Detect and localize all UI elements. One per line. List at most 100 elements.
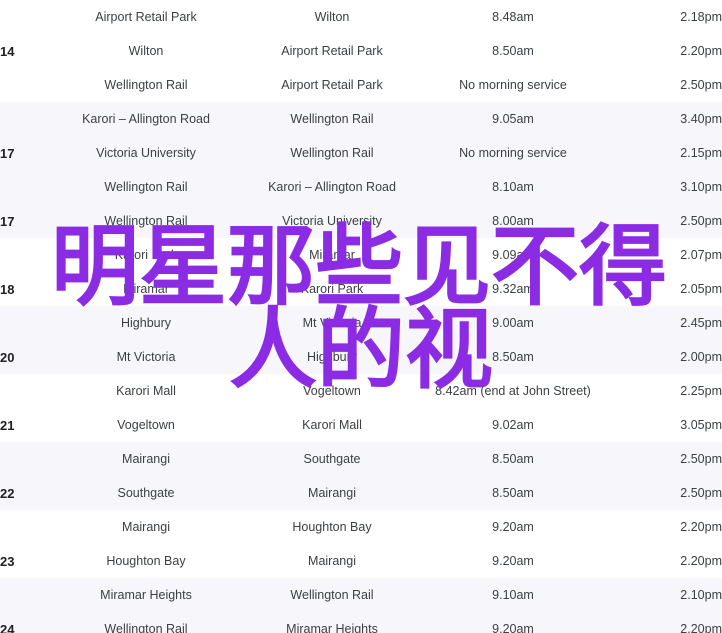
destination-stop: Highbury xyxy=(246,340,418,374)
table-row[interactable]: 18 Miramar Karori Park 9.32am 2.05pm xyxy=(0,272,722,306)
table-row[interactable]: 20 Mt Victoria Highbury 8.50am 2.00pm xyxy=(0,340,722,374)
destination-stop: Mairangi xyxy=(246,476,418,510)
origin-stop: Vogeltown xyxy=(46,408,246,442)
route-number xyxy=(0,102,46,136)
origin-stop: Mairangi xyxy=(46,510,246,544)
origin-stop: Airport Retail Park xyxy=(46,0,246,34)
table-row[interactable]: Wellington Rail Karori – Allington Road 8.… xyxy=(0,170,722,204)
afternoon-time: 2.50pm xyxy=(608,204,722,238)
route-number: 17 xyxy=(0,136,46,170)
table-row[interactable]: Karori Mall Vogeltown 8.42am (end at John … xyxy=(0,374,722,408)
morning-time: 8.00am xyxy=(418,204,608,238)
destination-stop: Mt Victoria xyxy=(246,306,418,340)
route-group: Miramar Heights Wellington Rail 9.10am 2.10… xyxy=(0,578,722,633)
morning-time: No morning service xyxy=(418,68,608,102)
morning-time: 8.50am xyxy=(418,340,608,374)
morning-time: 8.42am (end at John Street) xyxy=(418,374,608,408)
origin-stop: Mairangi xyxy=(46,442,246,476)
morning-time: 9.00am xyxy=(418,306,608,340)
destination-stop: Victoria University xyxy=(246,204,418,238)
afternoon-time: 2.25pm xyxy=(608,374,722,408)
table-row[interactable]: Karori – Allington Road Wellington Rail 9.… xyxy=(0,102,722,136)
morning-time: 9.02am xyxy=(418,408,608,442)
destination-stop: Miramar xyxy=(246,238,418,272)
destination-stop: Vogeltown xyxy=(246,374,418,408)
morning-time: 9.20am xyxy=(418,510,608,544)
table-row[interactable]: Mairangi Southgate 8.50am 2.50pm xyxy=(0,442,722,476)
origin-stop: Southgate xyxy=(46,476,246,510)
morning-time: 9.05am xyxy=(418,102,608,136)
morning-time: No morning service xyxy=(418,136,608,170)
destination-stop: Mairangi xyxy=(246,544,418,578)
timetable-page: Airport Retail Park Wilton 8.48am 2.18pm 14 W… xyxy=(0,0,722,633)
afternoon-time: 2.50pm xyxy=(608,68,722,102)
table-row[interactable]: Miramar Heights Wellington Rail 9.10am 2.10… xyxy=(0,578,722,612)
destination-stop: Karori Mall xyxy=(246,408,418,442)
origin-stop: Karori Mall xyxy=(46,374,246,408)
origin-stop: Miramar xyxy=(46,272,246,306)
morning-time: 9.09am xyxy=(418,238,608,272)
origin-stop: Houghton Bay xyxy=(46,544,246,578)
afternoon-time: 2.50pm xyxy=(608,442,722,476)
table-row[interactable]: 17 Victoria University Wellington Rail No m… xyxy=(0,136,722,170)
afternoon-time: 2.45pm xyxy=(608,306,722,340)
route-number xyxy=(0,578,46,612)
morning-time: 9.20am xyxy=(418,544,608,578)
bus-timetable: Airport Retail Park Wilton 8.48am 2.18pm 14 W… xyxy=(0,0,722,633)
morning-time: 8.48am xyxy=(418,0,608,34)
destination-stop: Wellington Rail xyxy=(246,136,418,170)
route-number: 14 xyxy=(0,34,46,68)
table-row[interactable]: Airport Retail Park Wilton 8.48am 2.18pm xyxy=(0,0,722,34)
destination-stop: Wellington Rail xyxy=(246,102,418,136)
table-row[interactable]: Mairangi Houghton Bay 9.20am 2.20pm xyxy=(0,510,722,544)
table-row[interactable]: 21 Vogeltown Karori Mall 9.02am 3.05pm xyxy=(0,408,722,442)
afternoon-time: 2.10pm xyxy=(608,578,722,612)
morning-time: 8.50am xyxy=(418,442,608,476)
destination-stop: Wilton xyxy=(246,0,418,34)
table-row[interactable]: 22 Southgate Mairangi 8.50am 2.50pm xyxy=(0,476,722,510)
origin-stop: Victoria University xyxy=(46,136,246,170)
afternoon-time: 2.00pm xyxy=(608,340,722,374)
table-row[interactable]: Karori Park Miramar 9.09am 2.07pm xyxy=(0,238,722,272)
morning-time: 9.20am xyxy=(418,612,608,633)
table-row[interactable]: Wellington Rail Airport Retail Park No mor… xyxy=(0,68,722,102)
route-group: Highbury Mt Victoria 9.00am 2.45pm 20 Mt Vict… xyxy=(0,306,722,374)
route-number: 20 xyxy=(0,340,46,374)
destination-stop: Karori – Allington Road xyxy=(246,170,418,204)
route-number: 17 xyxy=(0,204,46,238)
destination-stop: Karori Park xyxy=(246,272,418,306)
afternoon-time: 2.15pm xyxy=(608,136,722,170)
origin-stop: Wellington Rail xyxy=(46,612,246,633)
route-number xyxy=(0,0,46,34)
route-group: Wellington Rail Karori – Allington Road 8.… xyxy=(0,170,722,238)
morning-time: 9.32am xyxy=(418,272,608,306)
destination-stop: Miramar Heights xyxy=(246,612,418,633)
table-row[interactable]: 17 Wellington Rail Victoria University 8.00… xyxy=(0,204,722,238)
morning-time: 8.10am xyxy=(418,170,608,204)
origin-stop: Miramar Heights xyxy=(46,578,246,612)
origin-stop: Highbury xyxy=(46,306,246,340)
afternoon-time: 2.18pm xyxy=(608,0,722,34)
route-number xyxy=(0,68,46,102)
table-row[interactable]: 23 Houghton Bay Mairangi 9.20am 2.20pm xyxy=(0,544,722,578)
route-number xyxy=(0,442,46,476)
table-row[interactable]: 24 Wellington Rail Miramar Heights 9.20am 2.… xyxy=(0,612,722,633)
table-row[interactable]: 14 Wilton Airport Retail Park 8.50am 2.20pm xyxy=(0,34,722,68)
route-number xyxy=(0,374,46,408)
route-group: 14 Wilton Airport Retail Park 8.50am 2.20pm W… xyxy=(0,34,722,102)
route-number: 18 xyxy=(0,272,46,306)
afternoon-time: 2.07pm xyxy=(608,238,722,272)
route-group: Karori – Allington Road Wellington Rail 9.… xyxy=(0,102,722,170)
route-number: 21 xyxy=(0,408,46,442)
table-row[interactable]: Highbury Mt Victoria 9.00am 2.45pm xyxy=(0,306,722,340)
destination-stop: Southgate xyxy=(246,442,418,476)
route-group: Mairangi Southgate 8.50am 2.50pm 22 Southgate… xyxy=(0,442,722,510)
origin-stop: Wilton xyxy=(46,34,246,68)
route-number xyxy=(0,510,46,544)
route-number: 24 xyxy=(0,612,46,633)
origin-stop: Mt Victoria xyxy=(46,340,246,374)
route-number xyxy=(0,170,46,204)
afternoon-time: 3.10pm xyxy=(608,170,722,204)
origin-stop: Karori – Allington Road xyxy=(46,102,246,136)
route-group: Mairangi Houghton Bay 9.20am 2.20pm 23 Hought… xyxy=(0,510,722,578)
